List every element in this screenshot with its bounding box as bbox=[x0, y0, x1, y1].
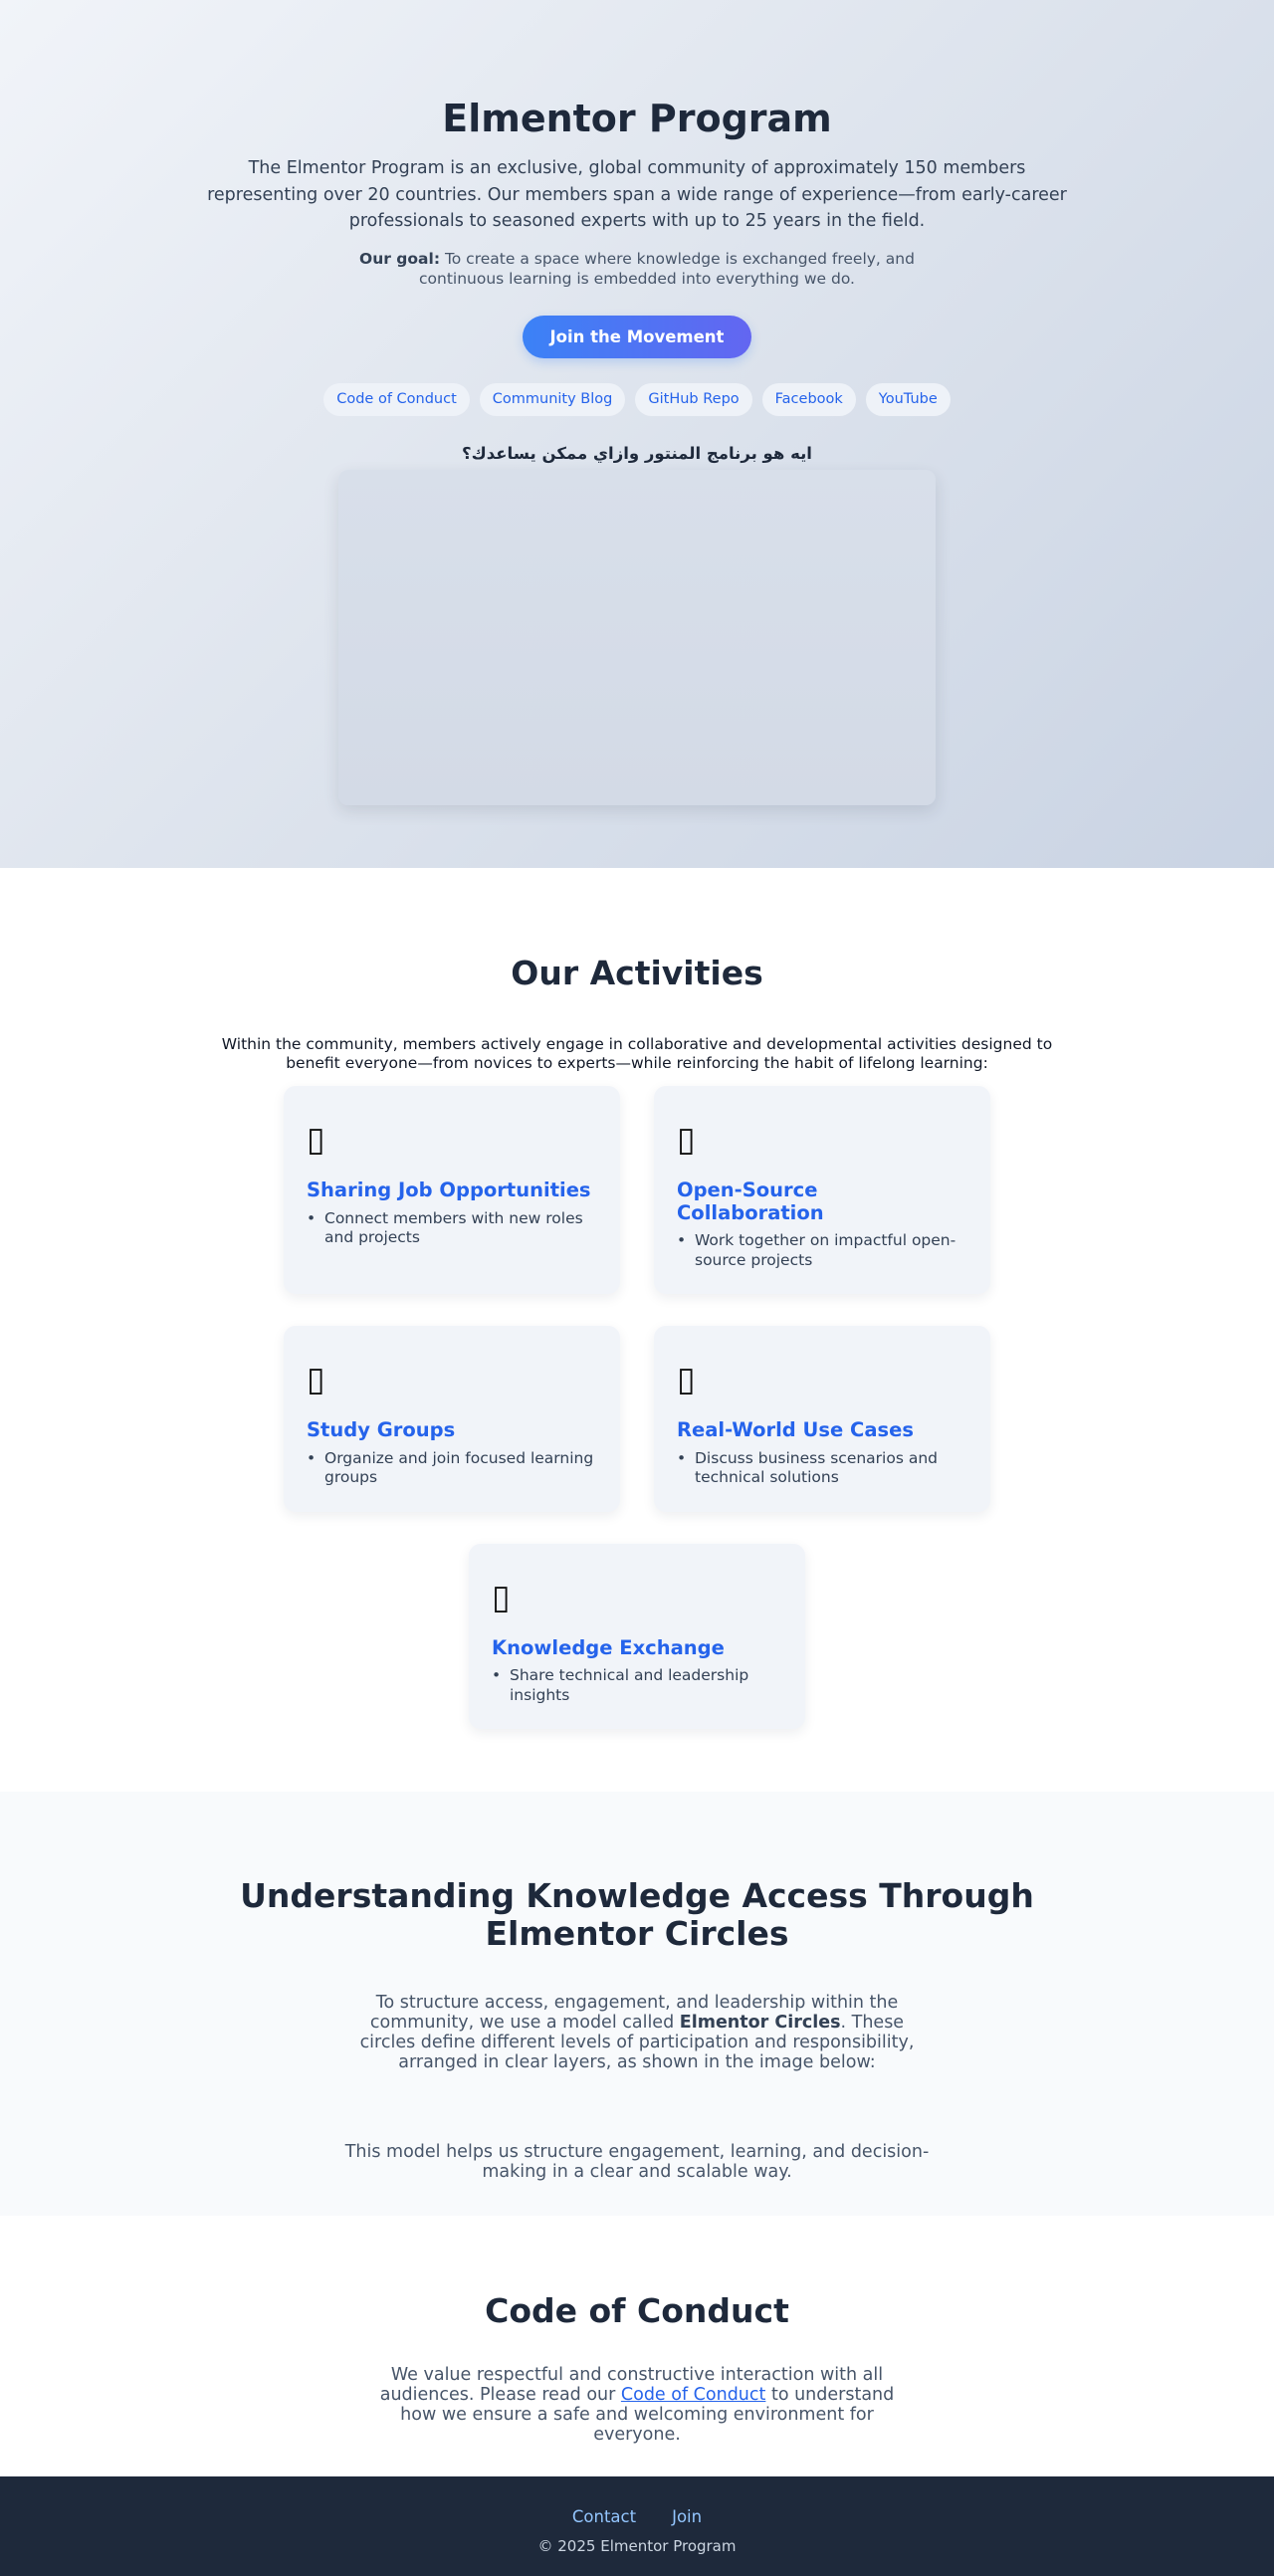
link-community-blog[interactable]: Community Blog bbox=[479, 382, 626, 416]
video-title: ايه هو برنامج المنتور وازاي ممكن يساعدك؟ bbox=[462, 443, 812, 463]
activity-card-bullet: Connect members with new roles and proje… bbox=[307, 1209, 596, 1248]
link-github-repo[interactable]: GitHub Repo bbox=[635, 382, 752, 416]
activity-card-bullet: Organize and join focused learning group… bbox=[307, 1449, 596, 1488]
conduct-text: We value respectful and constructive int… bbox=[368, 2365, 906, 2445]
activity-card-jobs: ▯ Sharing Job Opportunities Connect memb… bbox=[284, 1086, 620, 1294]
books-icon: ▯ bbox=[307, 1360, 325, 1399]
activity-card-bullet: Share technical and leadership insights bbox=[492, 1666, 781, 1705]
conduct-section: Code of Conduct We value respectful and … bbox=[0, 2216, 1274, 2476]
activity-card-title: Open-Source Collaboration bbox=[677, 1179, 824, 1224]
chart-icon: ▯ bbox=[677, 1360, 696, 1399]
activity-card-knowledge-exchange: ▯ Knowledge Exchange Share technical and… bbox=[469, 1543, 805, 1729]
hero-goal: Our goal: To create a space where knowle… bbox=[328, 249, 946, 289]
activity-card-bullet: Work together on impactful open-source p… bbox=[677, 1231, 966, 1270]
activity-card-title: Study Groups bbox=[307, 1418, 456, 1441]
link-code-of-conduct[interactable]: Code of Conduct bbox=[323, 382, 470, 416]
conduct-link[interactable]: Code of Conduct bbox=[621, 2385, 766, 2405]
hero-section: Elmentor Program The Elmentor Program is… bbox=[0, 0, 1274, 868]
activities-grid: ▯ Sharing Job Opportunities Connect memb… bbox=[284, 1086, 990, 1729]
link-youtube[interactable]: YouTube bbox=[865, 382, 951, 416]
footer-link-join[interactable]: Join bbox=[672, 2507, 702, 2527]
page-title: Elmentor Program bbox=[442, 97, 832, 140]
activity-card-bullet: Discuss business scenarios and technical… bbox=[677, 1449, 966, 1488]
goal-text: To create a space where knowledge is exc… bbox=[419, 249, 915, 288]
footer: Contact Join © 2025 Elmentor Program bbox=[0, 2476, 1274, 2576]
activity-card-title: Real-World Use Cases bbox=[677, 1418, 914, 1441]
conduct-title: Code of Conduct bbox=[485, 2291, 789, 2330]
join-movement-button[interactable]: Join the Movement bbox=[522, 315, 752, 358]
activity-card-title: Knowledge Exchange bbox=[492, 1635, 725, 1659]
briefcase-icon: ▯ bbox=[307, 1120, 325, 1160]
hero-links: Code of Conduct Community Blog GitHub Re… bbox=[0, 382, 1274, 416]
hero-intro: The Elmentor Program is an exclusive, gl… bbox=[207, 158, 1067, 231]
activity-card-study-groups: ▯ Study Groups Organize and join focused… bbox=[284, 1326, 620, 1512]
lightbulb-icon: ▯ bbox=[492, 1577, 511, 1617]
footer-copyright: © 2025 Elmentor Program bbox=[537, 2537, 737, 2555]
activities-title: Our Activities bbox=[511, 954, 763, 992]
activities-description: Within the community, members actively e… bbox=[221, 1035, 1053, 1072]
link-facebook[interactable]: Facebook bbox=[761, 382, 856, 416]
video-embed[interactable] bbox=[338, 469, 936, 805]
circles-title: Understanding Knowledge Access Through E… bbox=[240, 1876, 1034, 1953]
footer-link-contact[interactable]: Contact bbox=[572, 2507, 636, 2527]
activities-section: Our Activities Within the community, mem… bbox=[0, 868, 1274, 1792]
activity-card-title: Sharing Job Opportunities bbox=[307, 1179, 591, 1201]
footer-links: Contact Join bbox=[0, 2507, 1274, 2527]
activity-card-use-cases: ▯ Real-World Use Cases Discuss business … bbox=[654, 1326, 990, 1512]
activity-card-open-source: ▯ Open-Source Collaboration Work togethe… bbox=[654, 1086, 990, 1294]
circles-summary: This model helps us structure engagement… bbox=[344, 2142, 930, 2182]
circles-model-name: Elmentor Circles bbox=[679, 2013, 841, 2033]
circles-section: Understanding Knowledge Access Through E… bbox=[0, 1792, 1274, 2216]
circles-intro: To structure access, engagement, and lea… bbox=[348, 1993, 926, 2072]
goal-label: Our goal: bbox=[359, 249, 441, 268]
code-icon: ▯ bbox=[677, 1120, 696, 1160]
